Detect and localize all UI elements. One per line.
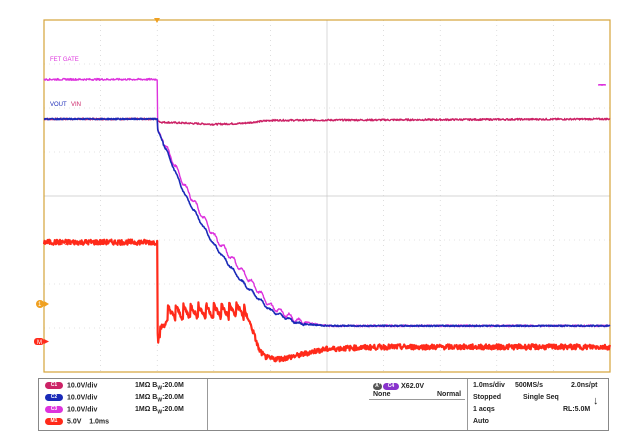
panel-divider [467, 379, 468, 430]
trigger-row[interactable]: A' C4 Ⅹ62.0V [373, 382, 424, 390]
acquisition-mode[interactable]: Single Seq [523, 394, 559, 401]
status-panel: C1 10.0V/div 1MΩ BW:20.0M C2 10.0V/div 1MΩ… [38, 378, 609, 431]
timebase: 1.0ms/div [473, 382, 505, 389]
channel-marker-1[interactable]: 1 [36, 300, 49, 308]
trigger-level: 62.0V [405, 383, 425, 390]
math-time: 1.0ms [89, 418, 110, 426]
trigger-mode: Normal [437, 391, 462, 398]
resolution: 2.0ns/pt [571, 382, 598, 389]
record-length: RL:5.0M [563, 406, 591, 413]
channel-chip-2: C2 [45, 394, 63, 401]
channel-scale: 10.0V/div [67, 394, 98, 402]
channel-chip-1: C1 [45, 382, 63, 389]
channel-chip-3: C3 [45, 406, 63, 413]
math-row[interactable]: M1 5.0V 1.0ms [45, 418, 109, 425]
channel-coupling-3: 1MΩ BW:20.0M [135, 406, 184, 416]
channel-row-1[interactable]: C1 10.0V/div [45, 382, 97, 389]
graticule-grid [44, 20, 610, 372]
math-chip: M1 [45, 418, 63, 425]
panel-divider [207, 379, 208, 430]
trigger-source: None [373, 391, 391, 398]
acquisition-count: 1 acqs [473, 406, 495, 413]
trace-label-vout: VOUT [50, 102, 67, 108]
trace-label-vgs: VGS [60, 241, 73, 247]
math-scale: 5.0V [67, 418, 82, 426]
channel-marker-m-label: M [37, 340, 42, 346]
trigger-chip-a: A' [373, 382, 382, 390]
channel-coupling-1: 1MΩ BW:20.0M [135, 382, 184, 392]
trigger-chip-source: C4 [383, 382, 399, 390]
acquisition-state: Stopped [473, 394, 501, 401]
trigger-auto-mode[interactable]: Auto [473, 418, 489, 425]
channel-row-3[interactable]: C3 10.0V/div [45, 406, 97, 413]
channel-coupling-2: 1MΩ BW:20.0M [135, 394, 184, 404]
arrow-down-icon: ↓ [593, 395, 599, 407]
channel-row-2[interactable]: C2 10.0V/div [45, 394, 97, 401]
channel-scale: 10.0V/div [67, 406, 98, 414]
sample-rate: 500MS/s [515, 382, 544, 389]
trigger-underline [369, 399, 465, 400]
channel-scale: 10.0V/div [67, 382, 98, 390]
trace-label-fet-gate: FET GATE [50, 57, 79, 63]
channel-marker-m[interactable]: M [34, 338, 49, 346]
trace-label-vin: VIN [71, 102, 81, 108]
